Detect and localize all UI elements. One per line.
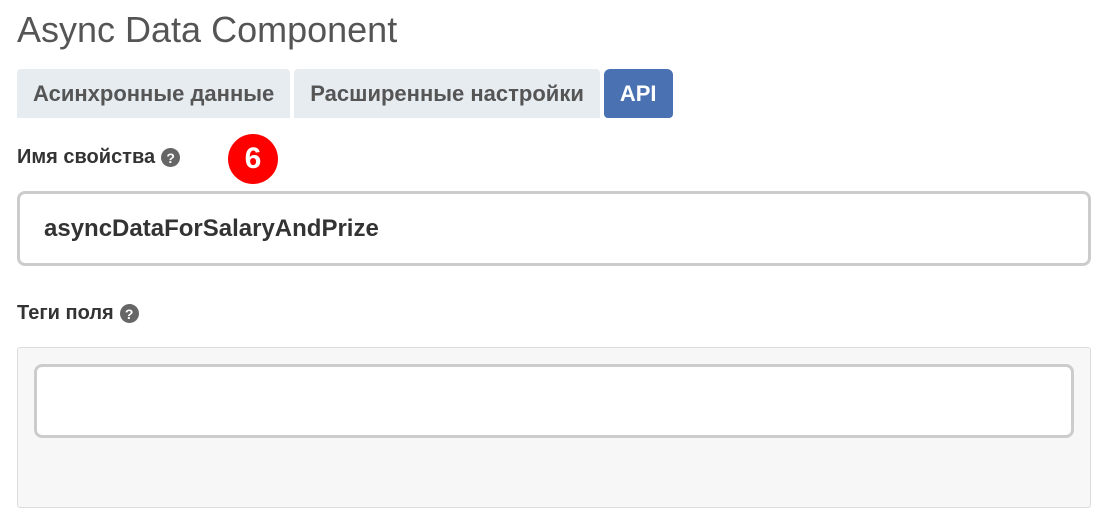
property-name-label-row: Имя свойства ? [17, 146, 181, 169]
field-tags-container [17, 347, 1091, 508]
property-name-label: Имя свойства [17, 146, 156, 168]
step-badge: 6 [228, 134, 278, 184]
property-name-input[interactable]: asyncDataForSalaryAndPrize [17, 191, 1091, 266]
field-tags-label: Теги поля [17, 302, 114, 324]
question-circle-icon[interactable]: ? [119, 304, 139, 323]
tab-bar: Асинхронные данные Расширенные настройки… [17, 69, 673, 118]
page-title: Async Data Component [17, 9, 398, 50]
tab-advanced-settings[interactable]: Расширенные настройки [294, 69, 600, 118]
question-circle-icon[interactable]: ? [161, 148, 181, 167]
api-settings-panel: Async Data Component Асинхронные данные … [0, 0, 1117, 529]
tab-api[interactable]: API [603, 69, 673, 118]
tab-async-data[interactable]: Асинхронные данные [17, 69, 291, 118]
field-tags-input[interactable] [34, 364, 1074, 438]
field-tags-label-row: Теги поля ? [17, 302, 139, 325]
property-name-value: asyncDataForSalaryAndPrize [44, 214, 379, 242]
